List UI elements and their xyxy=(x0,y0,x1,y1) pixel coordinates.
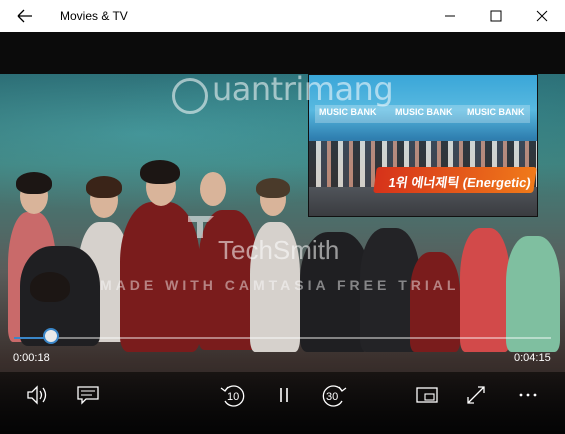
skip-back-label: 10 xyxy=(227,391,240,403)
fullscreen-button[interactable] xyxy=(458,377,494,413)
maximize-button[interactable] xyxy=(473,0,519,32)
minimize-icon xyxy=(445,15,455,17)
letterbox-top xyxy=(0,32,565,74)
pip-banner: 1위 에너제틱 (Energetic) xyxy=(373,167,537,193)
techsmith-watermark: TechSmith xyxy=(218,235,340,265)
performer-hair xyxy=(86,176,122,198)
current-time: 0:00:18 xyxy=(13,352,50,364)
pip-sign-text: MUSIC BANK xyxy=(395,107,453,117)
site-watermark: uantrimang xyxy=(212,70,394,108)
performer-hair xyxy=(16,172,52,194)
mini-view-icon xyxy=(416,387,438,403)
captions-button[interactable] xyxy=(70,377,106,413)
back-arrow-icon xyxy=(17,9,32,23)
movies-tv-window: Movies & TV MUSIC BANK MUSIC BANK MUSIC … xyxy=(0,0,565,434)
fullscreen-icon xyxy=(467,386,485,404)
lightbulb-logo-icon xyxy=(172,78,208,114)
performer-hair xyxy=(30,272,70,302)
volume-button[interactable] xyxy=(20,377,56,413)
close-button[interactable] xyxy=(519,0,565,32)
pause-button[interactable] xyxy=(266,377,302,413)
seek-thumb[interactable] xyxy=(43,328,59,344)
pip-sign-text: MUSIC BANK xyxy=(467,107,525,117)
pip-banner-text: 1위 에너제틱 (Energetic) xyxy=(387,175,532,190)
title-bar: Movies & TV xyxy=(0,0,565,33)
mini-view-button[interactable] xyxy=(409,377,445,413)
trial-watermark: MADE WITH CAMTASIA FREE TRIAL xyxy=(100,277,460,293)
pip-sign-text: MUSIC BANK xyxy=(319,107,377,117)
more-icon xyxy=(519,393,537,397)
skip-forward-label: 30 xyxy=(326,391,339,403)
volume-icon xyxy=(27,385,47,405)
back-button[interactable] xyxy=(10,4,38,28)
app-title: Movies & TV xyxy=(60,9,128,23)
close-icon xyxy=(536,10,548,22)
techsmith-logo-icon xyxy=(188,216,214,238)
pause-icon xyxy=(280,388,288,402)
performer-hair xyxy=(140,160,180,184)
more-button[interactable] xyxy=(510,377,546,413)
captions-icon xyxy=(77,386,99,405)
minimize-button[interactable] xyxy=(427,0,473,32)
performer-head xyxy=(200,172,226,206)
maximize-icon xyxy=(490,10,502,22)
duration: 0:04:15 xyxy=(514,352,551,364)
performer-hair xyxy=(256,178,290,198)
seek-bar[interactable] xyxy=(14,337,551,339)
